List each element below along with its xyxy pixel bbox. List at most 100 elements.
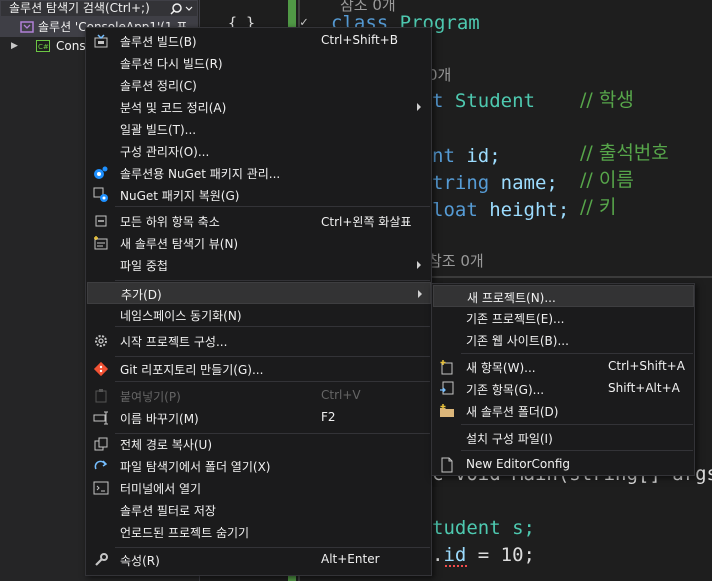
file-icon	[439, 457, 455, 473]
submenu-item[interactable]: 설치 구성 파일(I)	[433, 427, 694, 449]
context-menu-item-label: 터미널에서 열기	[120, 482, 202, 496]
context-menu-item-label: 솔루션 다시 빌드(R)	[120, 57, 223, 71]
code-line-assign: .id = 10;	[432, 544, 535, 566]
submenu-item-label: 기존 웹 사이트(B)...	[466, 334, 569, 348]
comment: // 이름	[580, 169, 634, 191]
chevron-right-icon	[418, 290, 422, 298]
context-menu-item-label: Git 리포지토리 만들기(G)...	[120, 363, 264, 377]
submenu-item[interactable]: 새 솔루션 폴더(D)	[433, 400, 694, 422]
new-folder-icon	[439, 403, 455, 419]
context-menu-item-label: 네임스페이스 동기화(N)	[120, 309, 242, 323]
submenu-item-label: 기존 항목(G)...	[466, 383, 545, 397]
context-menu-item-label: 언로드된 프로젝트 숨기기	[120, 526, 250, 540]
menu-separator	[115, 326, 430, 327]
existing-item-icon	[439, 381, 455, 397]
context-menu-item-label: 솔루션용 NuGet 패키지 관리...	[120, 167, 281, 181]
submenu-item[interactable]: New EditorConfig	[433, 454, 694, 476]
collapse-all-icon	[93, 213, 109, 229]
error-squiggle	[445, 564, 467, 567]
menu-separator	[461, 450, 693, 451]
new-view-icon	[93, 235, 109, 251]
build-icon	[93, 33, 109, 49]
context-menu-item-label: 파일 탐색기에서 폴더 열기(X)	[120, 460, 271, 474]
context-menu: 솔루션 빌드(B) Ctrl+Shift+B 솔루션 다시 빌드(R) 솔루션 정리(…	[85, 27, 432, 576]
context-menu-item[interactable]: Git 리포지토리 만들기(G)...	[87, 358, 431, 380]
code-line-height: loat height;	[432, 199, 570, 221]
context-menu-item[interactable]: 솔루션 다시 빌드(R)	[87, 52, 431, 74]
solution-explorer-search[interactable]: 솔루션 탐색기 검색(Ctrl+;)	[0, 0, 198, 17]
context-menu-item[interactable]: 솔루션 정리(C)	[87, 74, 431, 96]
context-menu-item[interactable]: 솔루션 필터로 저장	[87, 499, 431, 521]
context-menu-item-label: 새 솔루션 탐색기 뷰(N)	[120, 237, 239, 251]
context-menu-item-label: 솔루션 필터로 저장	[120, 504, 216, 518]
menu-separator	[115, 280, 430, 281]
context-menu-item[interactable]: 파일 탐색기에서 폴더 열기(X)	[87, 455, 431, 477]
chevron-right-icon[interactable]: ▶	[11, 36, 18, 56]
context-menu-item-shortcut: Ctrl+V	[321, 388, 361, 402]
menu-separator	[115, 433, 430, 434]
open-folder-icon	[93, 458, 109, 474]
comment: // 학생	[580, 89, 634, 111]
menu-separator	[115, 381, 430, 382]
context-menu-item[interactable]: 시작 프로젝트 구성...	[87, 330, 431, 352]
menu-separator	[461, 353, 693, 354]
context-menu-item[interactable]: 모든 하위 항목 축소 Ctrl+왼쪽 화살표	[87, 210, 431, 232]
code-line-declare: tudent s;	[432, 517, 535, 539]
gear-icon	[93, 333, 109, 349]
code-line-student: t Student	[432, 90, 535, 112]
context-menu-item-label: 솔루션 빌드(B)	[120, 35, 197, 49]
new-item-icon	[439, 359, 455, 375]
submenu-item-label: 설치 구성 파일(I)	[466, 432, 553, 446]
search-input[interactable]: 솔루션 탐색기 검색(Ctrl+;)	[9, 1, 169, 16]
context-menu-item-shortcut: Ctrl+Shift+B	[321, 33, 398, 47]
context-menu-item-label: 붙여넣기(P)	[120, 390, 181, 404]
context-menu-item-label: 이름 바꾸기(M)	[120, 412, 199, 426]
terminal-icon	[93, 480, 109, 496]
context-menu-item[interactable]: 구성 관리자(O)...	[87, 140, 431, 162]
context-menu-item[interactable]: 새 솔루션 탐색기 뷰(N)	[87, 232, 431, 254]
context-menu-item-label: 속성(R)	[120, 554, 160, 568]
git-icon	[93, 361, 109, 377]
rename-icon	[93, 410, 109, 426]
context-menu-item[interactable]: 네임스페이스 동기화(N)	[87, 304, 431, 326]
csharp-project-icon: C#	[36, 39, 50, 53]
submenu-item[interactable]: 새 프로젝트(N)...	[433, 285, 694, 307]
context-menu-item[interactable]: 속성(R) Alt+Enter	[87, 549, 431, 571]
context-menu-item[interactable]: 분석 및 코드 정리(A)	[87, 96, 431, 118]
reference-count[interactable]: 참조 0개	[428, 250, 484, 271]
submenu-item-label: 새 항목(W)...	[466, 361, 536, 375]
context-menu-item-label: 파일 중첩	[120, 259, 168, 273]
comment: // 키	[580, 196, 617, 218]
solution-icon	[20, 20, 34, 34]
context-menu-item[interactable]: NuGet 패키지 복원(G)	[87, 184, 431, 206]
context-menu-item-label: 시작 프로젝트 구성...	[120, 335, 228, 349]
context-menu-item[interactable]: 전체 경로 복사(U)	[87, 433, 431, 455]
context-menu-item[interactable]: 솔루션용 NuGet 패키지 관리...	[87, 162, 431, 184]
submenu-item-label: 새 프로젝트(N)...	[467, 291, 556, 305]
submenu-item[interactable]: 새 항목(W)... Ctrl+Shift+A	[433, 356, 694, 378]
search-icon[interactable]	[169, 2, 197, 16]
submenu-item-label: 기존 프로젝트(E)...	[466, 312, 565, 326]
submenu-item[interactable]: 기존 항목(G)... Shift+Alt+A	[433, 378, 694, 400]
context-menu-item[interactable]: 이름 바꾸기(M) F2	[87, 407, 431, 429]
add-submenu: 새 프로젝트(N)... 기존 프로젝트(E)... 기존 웹 사이트(B)... 새…	[431, 283, 695, 476]
context-menu-item[interactable]: 일괄 빌드(T)...	[87, 118, 431, 140]
context-menu-item-label: 구성 관리자(O)...	[120, 145, 210, 159]
context-menu-item[interactable]: 솔루션 빌드(B) Ctrl+Shift+B	[87, 30, 431, 52]
submenu-item-shortcut: Ctrl+Shift+A	[608, 359, 685, 373]
submenu-item[interactable]: 기존 프로젝트(E)...	[433, 307, 694, 329]
context-menu-item-shortcut: F2	[321, 410, 336, 424]
menu-separator	[115, 547, 430, 548]
context-menu-item-shortcut: Ctrl+왼쪽 화살표	[321, 215, 412, 229]
context-menu-item[interactable]: 파일 중첩	[87, 254, 431, 276]
context-menu-item[interactable]: 터미널에서 열기	[87, 477, 431, 499]
copy-icon	[93, 436, 109, 452]
paste-icon	[93, 388, 109, 404]
context-menu-item-label: NuGet 패키지 복원(G)	[120, 189, 240, 203]
context-menu-item[interactable]: 언로드된 프로젝트 숨기기	[87, 521, 431, 543]
submenu-item[interactable]: 기존 웹 사이트(B)...	[433, 329, 694, 351]
wrench-icon	[93, 552, 109, 568]
context-menu-item-label: 분석 및 코드 정리(A)	[120, 101, 227, 115]
context-menu-item-label: 솔루션 정리(C)	[120, 79, 197, 93]
context-menu-item[interactable]: 추가(D)	[87, 282, 431, 304]
